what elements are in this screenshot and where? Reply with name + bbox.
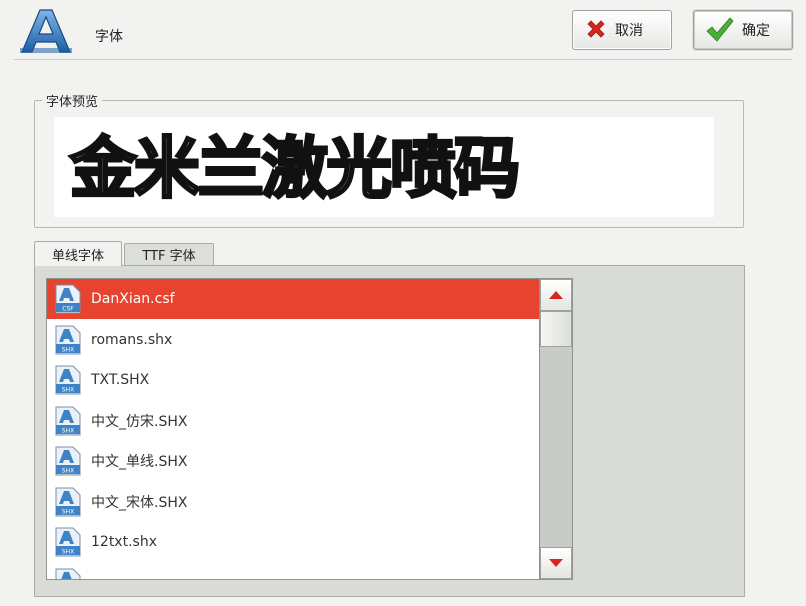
scroll-up-button[interactable] [540, 279, 572, 311]
font-file-badge: SHX [62, 508, 74, 515]
font-preview-sample: 金米兰激光喷码 [69, 130, 522, 207]
arrow-up-icon [549, 291, 563, 299]
font-list-item-label: DanXian.csf [91, 291, 175, 307]
font-file-badge: SHX [62, 346, 74, 353]
font-list-item[interactable]: SHX 中文_仿宋.SHX [47, 401, 539, 441]
font-list-item-label: 12txt.shx [91, 534, 157, 550]
font-list-item-label: TXT.SHX [91, 372, 150, 388]
arrow-down-icon [549, 559, 563, 567]
font-file-icon: SHX [55, 527, 81, 557]
cancel-label: 取消 [615, 23, 643, 39]
font-list-item-label: 中文_宋体.SHX [91, 494, 188, 511]
dialog-title: 字体 [95, 29, 123, 45]
font-file-badge: SHX [62, 427, 74, 434]
font-file-badge: SHX [62, 549, 74, 556]
font-list-item[interactable]: SHX romans.shx [47, 320, 539, 360]
font-letter-a-icon [20, 9, 72, 53]
font-file-badge: SHX [62, 387, 74, 394]
font-list-item[interactable]: SHX 中文_单线.SHX [47, 441, 539, 481]
font-file-icon: SHX [55, 406, 81, 435]
tab-ttf-fonts[interactable]: TTF 字体 [124, 243, 214, 265]
font-list-scrollbar[interactable] [540, 278, 573, 580]
font-preview-legend: 字体预览 [42, 91, 103, 110]
font-file-badge: CSF [62, 306, 74, 313]
font-file-badge: SHX [62, 468, 74, 475]
font-list[interactable]: CSF DanXian.csf SHX romans.shx SHX TXT.SHX SHX… [46, 278, 540, 580]
dialog-header: 字体 取消 确定 [0, 0, 806, 58]
cancel-button[interactable]: 取消 [572, 10, 672, 50]
font-file-icon: SHX [55, 325, 81, 354]
close-icon [587, 20, 605, 38]
font-list-item[interactable]: CSF DanXian.csf [47, 279, 539, 319]
font-list-item-label: 中文_仿宋.SHX [91, 413, 188, 430]
font-file-icon: SHX [55, 446, 81, 476]
font-file-icon: SHX [55, 568, 81, 579]
font-list-item[interactable]: SHX 12txt.shx [47, 522, 539, 562]
font-list-item[interactable]: SHX [47, 563, 539, 579]
font-list-item[interactable]: SHX 中文_宋体.SHX [47, 482, 539, 522]
font-file-icon: SHX [55, 487, 81, 516]
font-file-icon: CSF [55, 284, 81, 314]
font-file-icon: SHX [55, 365, 81, 395]
font-list-item-label: 中文_单线.SHX [91, 454, 188, 470]
font-list-item[interactable]: SHX TXT.SHX [47, 360, 539, 400]
font-list-item-label: romans.shx [91, 331, 173, 348]
header-divider [14, 59, 792, 60]
tab-single-line-fonts[interactable]: 单线字体 [34, 241, 122, 266]
scroll-thumb[interactable] [540, 311, 572, 347]
check-icon [706, 17, 734, 42]
scroll-down-button[interactable] [540, 547, 572, 579]
ok-label: 确定 [742, 23, 770, 39]
ok-button[interactable]: 确定 [693, 10, 793, 50]
